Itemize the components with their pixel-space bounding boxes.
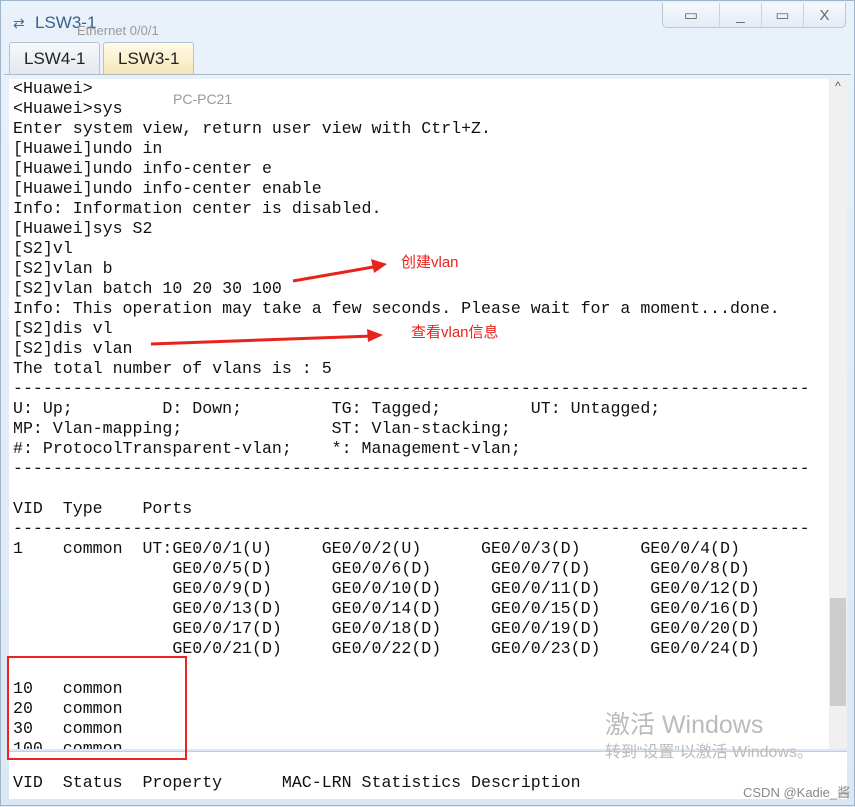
activation-watermark: 激活 Windows [605, 711, 764, 739]
terminal-window: ⇄ LSW3-1 Ethernet 0/0/1 ▭ _ ▭ X LSW4-1 L… [0, 0, 855, 806]
arrow-create [292, 264, 380, 283]
activation-watermark-sub: 转到“设置”以激活 Windows。 [605, 744, 814, 761]
arrowhead-icon [367, 329, 383, 342]
highlight-box [7, 656, 187, 760]
annotation-view-vlan: 查看vlan信息 [411, 324, 499, 341]
annotation-create-vlan: 创建vlan [401, 254, 459, 271]
arrowhead-icon [371, 259, 387, 273]
arrow-view [150, 334, 374, 346]
csdn-watermark: CSDN @Kadie_酱 [743, 785, 851, 800]
